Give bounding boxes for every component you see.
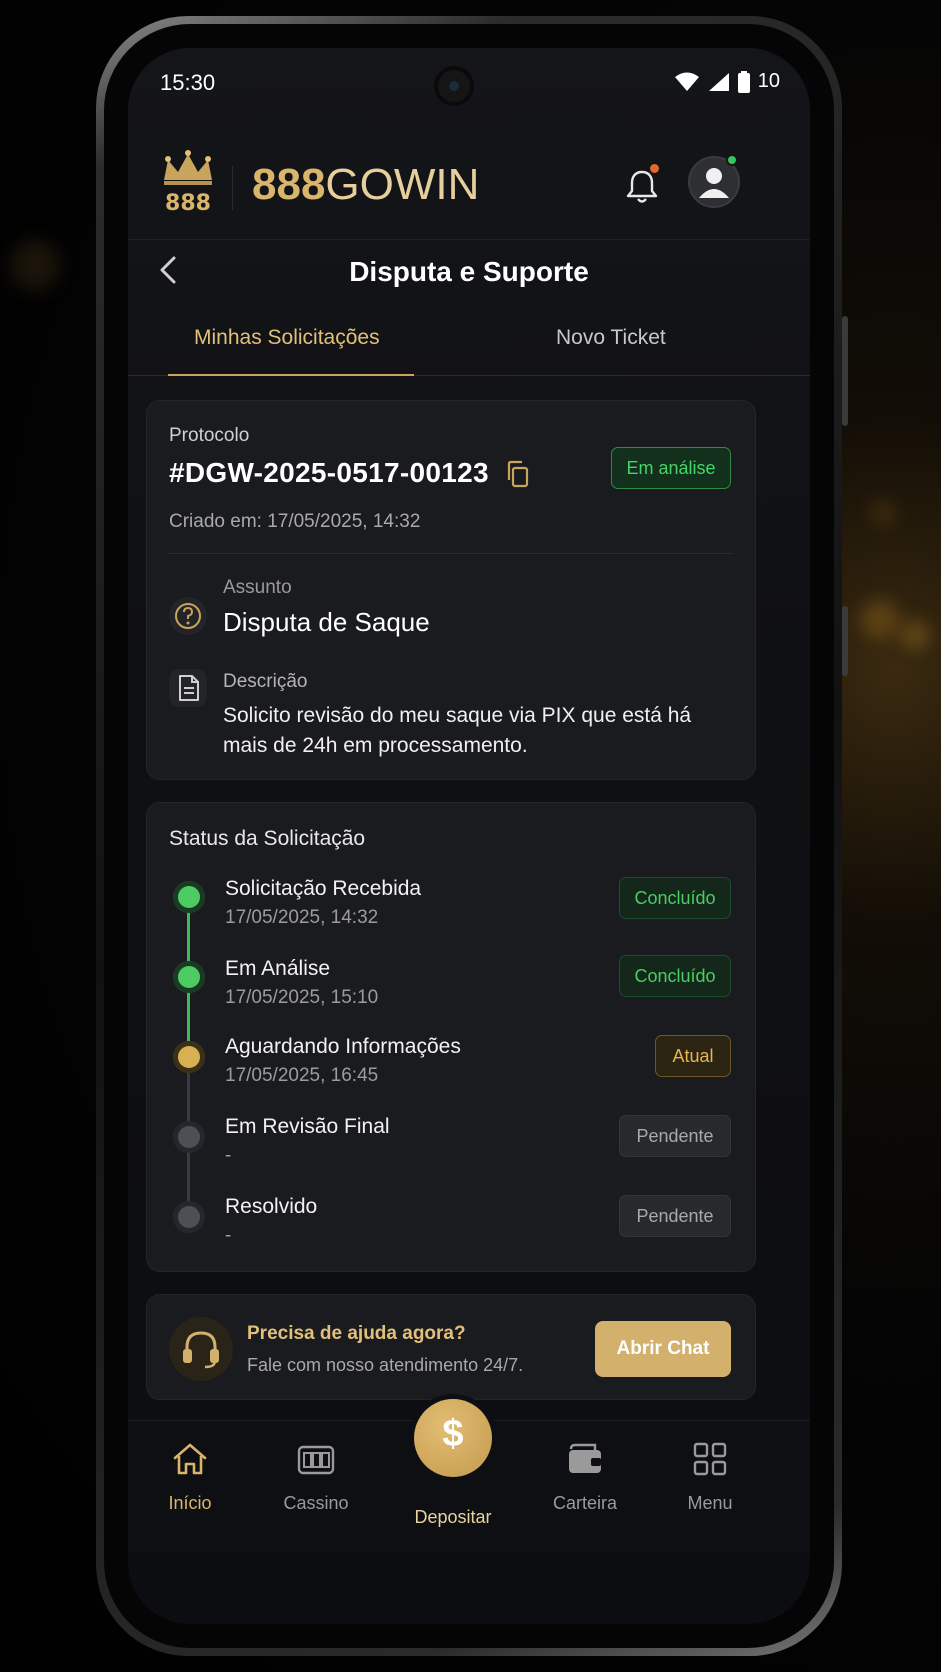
nav-label: Menu [687, 1493, 733, 1513]
volume-button [842, 316, 848, 426]
header-divider [232, 166, 233, 210]
nav-label: Depositar [414, 1507, 492, 1527]
step-name: Aguardando Informações [225, 1035, 461, 1058]
subject-value: Disputa de Saque [223, 607, 430, 637]
bokeh-light [10, 240, 60, 290]
slot-machine-icon [297, 1445, 335, 1475]
nav-label: Cassino [283, 1493, 349, 1513]
bokeh-light [900, 620, 930, 650]
page-title: Disputa e Suporte [349, 256, 589, 287]
brand-name: 888GOWIN [252, 160, 479, 210]
brand-word: GOWIN [325, 160, 480, 209]
nav-inicio[interactable]: Início [130, 1439, 250, 1514]
ticket-card: Protocolo #DGW-2025-0517-00123 Em anális… [146, 400, 756, 780]
power-button [842, 606, 848, 676]
nav-carteira[interactable]: Carteira [525, 1439, 645, 1514]
nav-depositar[interactable]: Depositar [393, 1439, 513, 1528]
crown-888-logo[interactable]: 888 [158, 150, 218, 216]
nav-label: Carteira [552, 1493, 618, 1513]
protocol-number: #DGW-2025-0517-00123 [169, 457, 489, 488]
timeline-dot-current [173, 1041, 205, 1073]
tab-minhas-solicitacoes[interactable]: Minhas Solicitações [194, 326, 380, 350]
description-label: Descrição [223, 671, 308, 692]
step-date: - [225, 1225, 232, 1246]
step-date: 17/05/2025, 16:45 [225, 1065, 379, 1086]
status-badge: Em análise [611, 447, 731, 489]
status-section-title: Status da Solicitação [169, 827, 366, 850]
bottom-nav: Início Cassino $ Depositar Carteira Menu [128, 1399, 810, 1552]
front-camera [434, 66, 474, 106]
timeline-dot-pending [173, 1201, 205, 1233]
home-icon [173, 1443, 207, 1475]
description-icon-wrap [169, 669, 207, 707]
divider [169, 553, 733, 554]
copy-icon[interactable] [505, 459, 531, 489]
bokeh-light [870, 500, 896, 526]
online-status-dot [726, 154, 738, 166]
timeline-dot-done [173, 881, 205, 913]
question-circle-icon [175, 603, 201, 629]
subject-label: Assunto [223, 577, 292, 598]
document-icon [179, 675, 199, 701]
step-date: 17/05/2025, 14:32 [225, 907, 379, 928]
app-header: 888 888GOWIN [128, 136, 810, 240]
step-badge: Concluído [619, 877, 731, 919]
help-subtitle: Fale com nosso atendimento 24/7. [247, 1355, 524, 1375]
headset-icon [183, 1331, 219, 1369]
step-badge: Pendente [619, 1195, 731, 1237]
open-chat-button[interactable]: Abrir Chat [595, 1321, 731, 1377]
step-badge: Pendente [619, 1115, 731, 1157]
phone-frame: 15:30 10 888 888GOWIN Disputa e Suporte … [96, 16, 848, 1656]
status-time: 15:30 [160, 70, 216, 95]
protocol-label: Protocolo [169, 425, 250, 446]
svg-text:888: 888 [165, 191, 211, 216]
battery-level: 10 [757, 70, 780, 92]
battery-icon [737, 70, 750, 93]
subject-icon-wrap [169, 597, 207, 635]
status-card: Status da Solicitação Solicitação Recebi… [146, 802, 756, 1272]
help-card: Precisa de ajuda agora? Fale com nosso a… [146, 1294, 756, 1400]
help-title: Precisa de ajuda agora? [247, 1323, 466, 1344]
timeline-dot-done [173, 961, 205, 993]
grid-icon [693, 1442, 727, 1476]
timeline-dot-pending [173, 1121, 205, 1153]
active-tab-indicator [168, 374, 414, 376]
signal-icon [708, 72, 729, 91]
app-screen: 15:30 10 888 888GOWIN Disputa e Suporte … [128, 48, 810, 1624]
wallet-icon [569, 1443, 601, 1473]
status-bar: 15:30 10 [128, 48, 810, 118]
nav-cassino[interactable]: Cassino [256, 1439, 376, 1514]
help-icon-wrap [169, 1317, 233, 1381]
created-date: Criado em: 17/05/2025, 14:32 [169, 511, 421, 532]
step-badge: Atual [655, 1035, 731, 1077]
step-name: Em Revisão Final [225, 1115, 390, 1138]
step-name: Solicitação Recebida [225, 877, 422, 900]
step-name: Resolvido [225, 1195, 318, 1218]
bokeh-light [860, 600, 900, 640]
tab-bar: Minhas Solicitações Novo Ticket [128, 312, 810, 376]
step-name: Em Análise [225, 957, 331, 980]
step-date: - [225, 1145, 232, 1166]
step-badge: Concluído [619, 955, 731, 997]
tab-novo-ticket[interactable]: Novo Ticket [556, 326, 666, 350]
nav-label: Início [168, 1493, 212, 1513]
wifi-icon [674, 72, 699, 91]
brand-number: 888 [252, 160, 326, 209]
description-value: Solicito revisão do meu saque via PIX qu… [223, 704, 692, 757]
step-date: 17/05/2025, 15:10 [225, 987, 379, 1008]
status-icons: 10 [674, 70, 780, 93]
notification-dot [650, 164, 659, 173]
nav-menu[interactable]: Menu [650, 1439, 770, 1514]
